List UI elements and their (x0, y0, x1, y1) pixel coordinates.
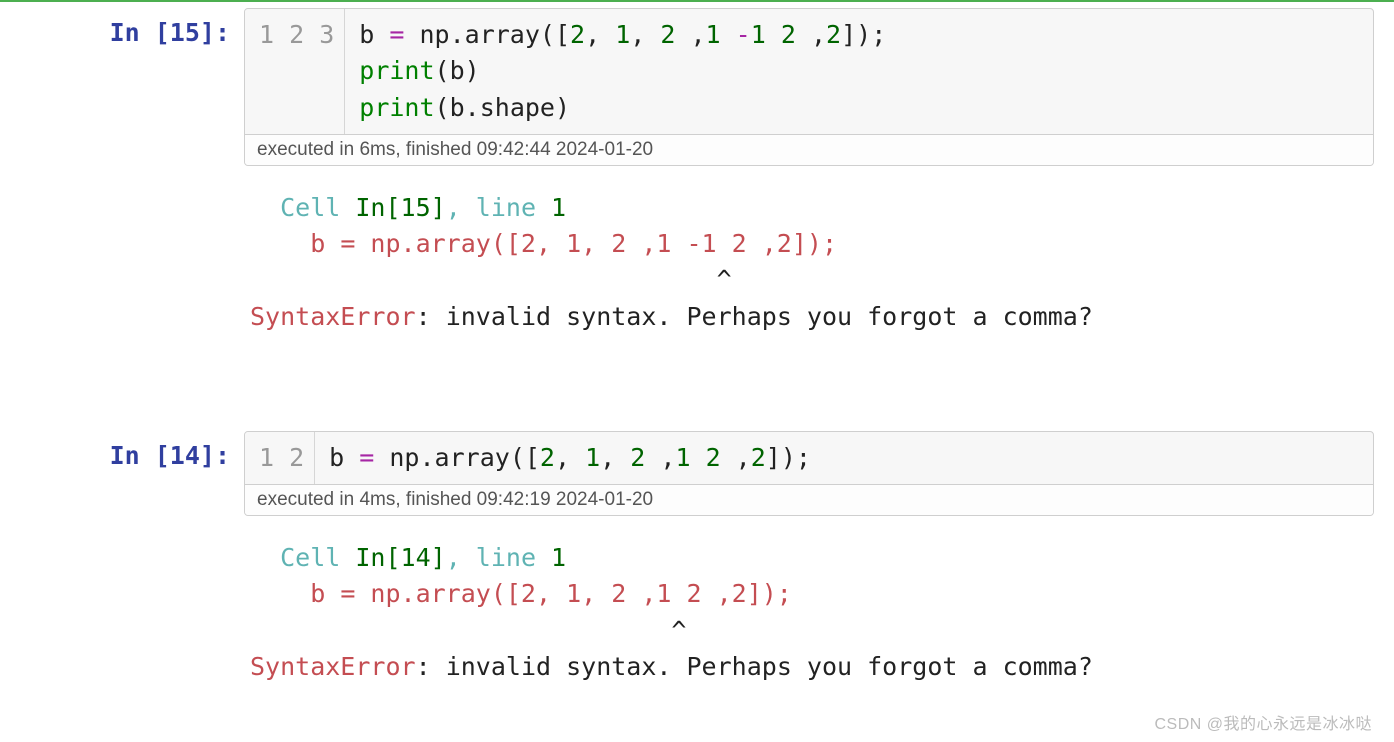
output-in-ref: In[15] (355, 193, 445, 222)
line-number-gutter: 1 2 3 (245, 9, 345, 134)
output-cell-label: Cell (280, 193, 355, 222)
cell-output: Cell In[14], line 1 b = np.array([2, 1, … (0, 516, 1394, 685)
prompt-number: [14]: (155, 441, 230, 470)
input-prompt: In [14]: (0, 431, 244, 516)
prompt-number: [15]: (155, 18, 230, 47)
watermark: CSDN @我的心永远是冰冰哒 (1154, 710, 1372, 734)
cell-spacer (0, 335, 1394, 425)
code-input-box[interactable]: 1 2 3 b = np.array([2, 1, 2 ,1 -1 2 ,2])… (244, 8, 1374, 166)
notebook-cell: In [15]: 1 2 3 b = np.array([2, 1, 2 ,1 … (0, 2, 1394, 166)
output-in-ref: In[14] (355, 543, 445, 572)
error-code-line: b = np.array([2, 1, 2 ,1 2 ,2]); (310, 579, 792, 608)
error-message: invalid syntax. Perhaps you forgot a com… (446, 302, 1093, 331)
line-number-gutter: 1 2 (245, 432, 315, 484)
execution-status: executed in 4ms, finished 09:42:19 2024-… (245, 484, 1373, 515)
notebook-cell: In [14]: 1 2 b = np.array([2, 1, 2 ,1 2 … (0, 425, 1394, 516)
output-cell-label: Cell (280, 543, 355, 572)
code-input-box[interactable]: 1 2 b = np.array([2, 1, 2 ,1 2 ,2]); exe… (244, 431, 1374, 516)
input-prompt: In [15]: (0, 8, 244, 166)
code-content[interactable]: b = np.array([2, 1, 2 ,1 -1 2 ,2]); prin… (345, 9, 900, 134)
error-name: SyntaxError (250, 652, 416, 681)
prompt-in-label: In (110, 441, 155, 470)
prompt-in-label: In (110, 18, 155, 47)
error-caret: ^ (250, 265, 732, 294)
error-message: invalid syntax. Perhaps you forgot a com… (446, 652, 1093, 681)
cell-output: Cell In[15], line 1 b = np.array([2, 1, … (0, 166, 1394, 335)
error-name: SyntaxError (250, 302, 416, 331)
execution-status: executed in 6ms, finished 09:42:44 2024-… (245, 134, 1373, 165)
code-content[interactable]: b = np.array([2, 1, 2 ,1 2 ,2]); (315, 432, 825, 484)
error-caret: ^ (250, 616, 687, 645)
error-code-line: b = np.array([2, 1, 2 ,1 -1 2 ,2]); (310, 229, 837, 258)
